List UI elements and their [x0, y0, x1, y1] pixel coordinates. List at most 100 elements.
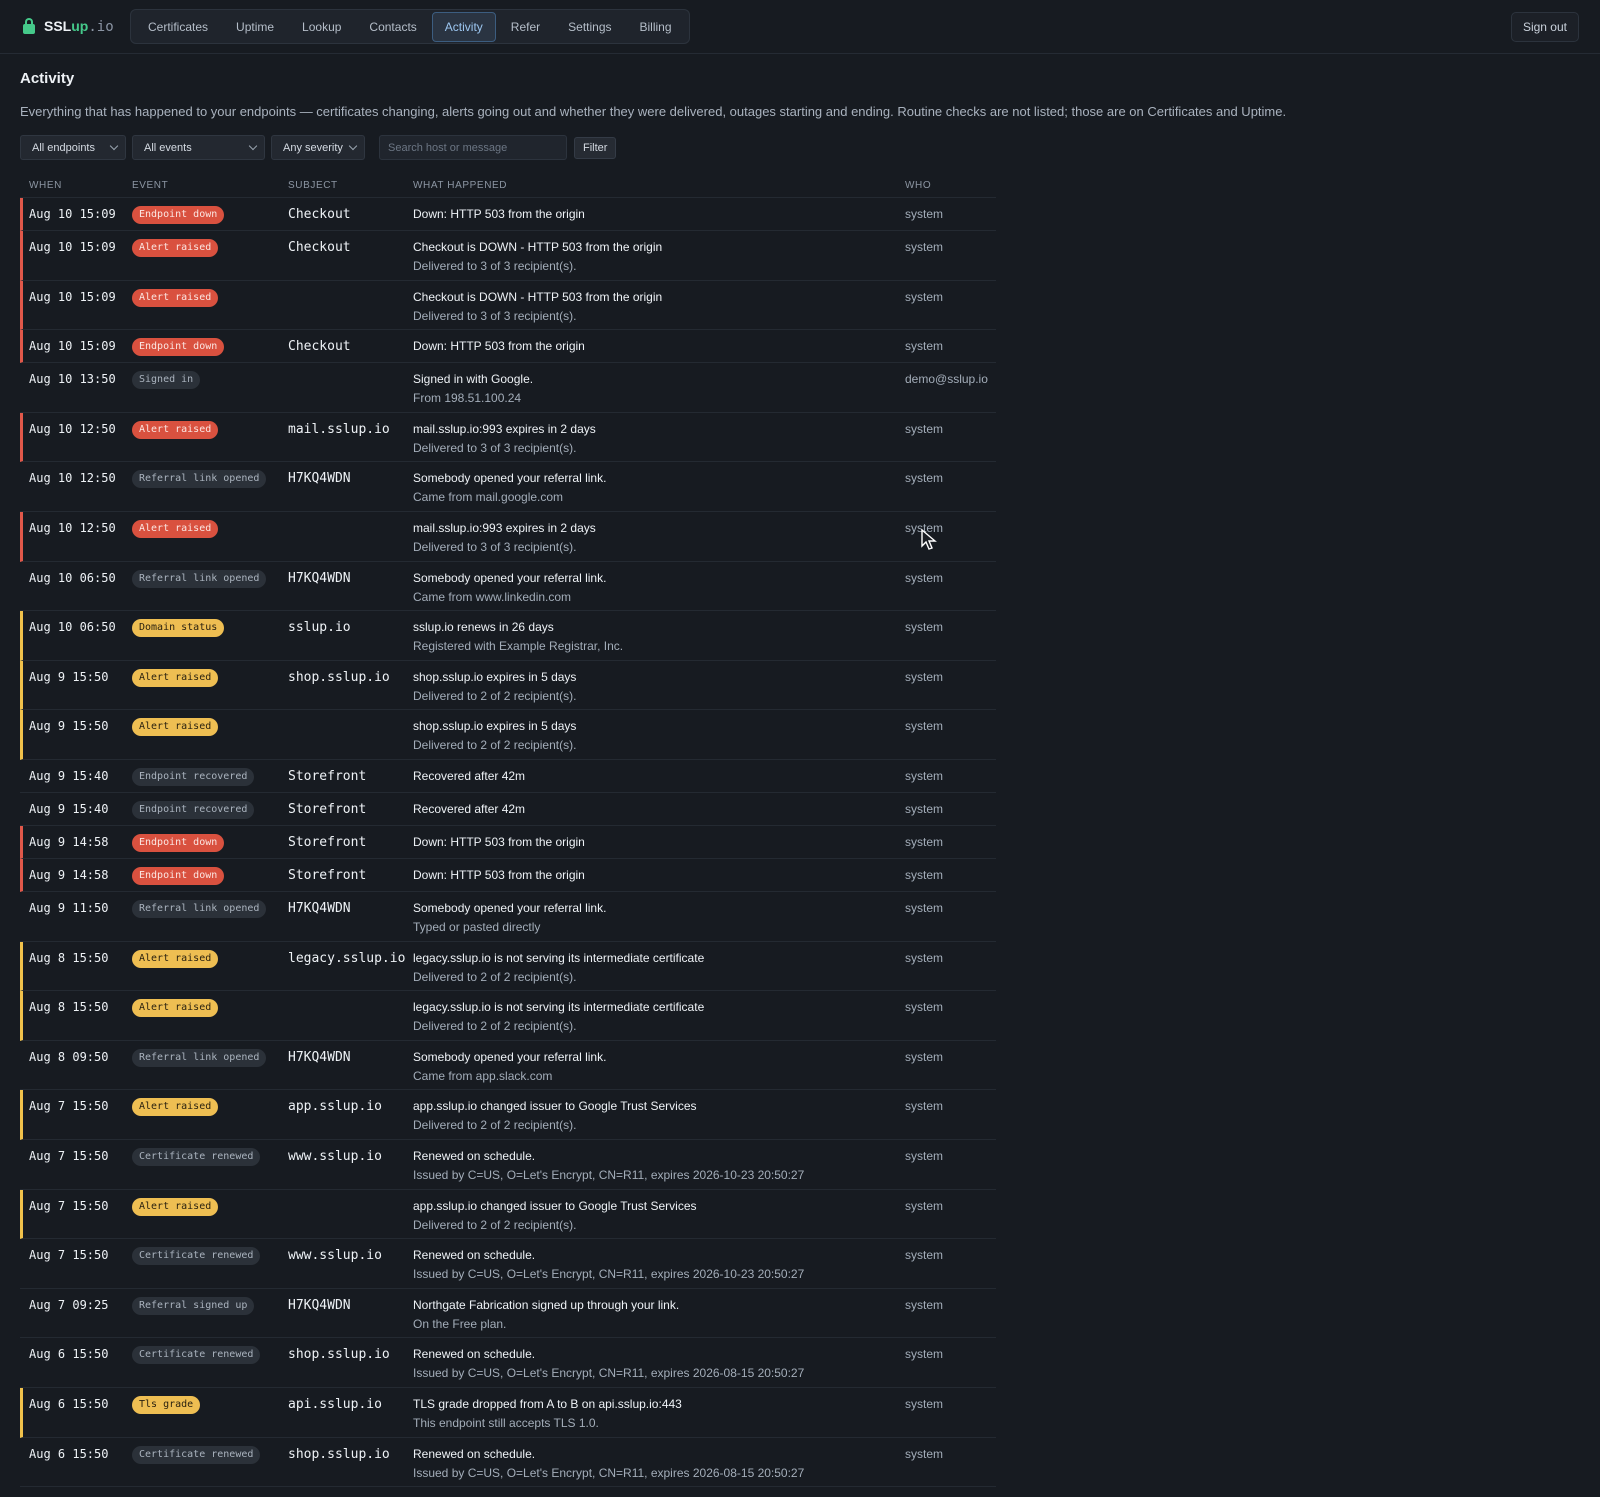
what-detail: Came from www.linkedin.com [413, 589, 572, 604]
what-summary: Renewed on schedule. [413, 1446, 536, 1461]
table-row[interactable]: Aug 10 12:50 Alert raised mail.sslup.io mai… [20, 412, 996, 463]
row-subject[interactable]: Checkout [288, 240, 351, 255]
row-subject[interactable]: H7KQ4WDN [288, 471, 351, 486]
table-row[interactable]: Aug 6 15:50 Tls grade api.sslup.io TLS grad… [20, 1388, 996, 1438]
row-what-happened: Checkout is DOWN - HTTP 503 from the ori… [413, 290, 662, 323]
table-row[interactable]: Aug 9 15:40 Endpoint recovered Storefront R… [20, 793, 996, 826]
row-subject[interactable]: Checkout [288, 339, 351, 354]
row-when: Aug 10 06:50 [29, 620, 116, 635]
table-row[interactable]: Aug 8 15:50 Alert raised legacy.sslup.io le… [20, 941, 996, 992]
table-row[interactable]: Aug 10 15:09 Alert raised Checkout Checkout… [20, 231, 996, 281]
row-who: system [905, 471, 944, 486]
tab-settings[interactable]: Settings [555, 12, 624, 42]
endpoints-select[interactable]: All endpoints [20, 135, 126, 160]
table-row[interactable]: Aug 10 06:50 Referral link opened H7KQ4WDN… [20, 562, 996, 612]
row-event: Alert raised [132, 238, 219, 257]
tab-billing[interactable]: Billing [627, 12, 685, 42]
what-summary: Recovered after 42m [413, 769, 526, 783]
table-row[interactable]: Aug 7 15:50 Alert raised app.sslup.io chan… [20, 1189, 996, 1240]
table-row[interactable]: Aug 9 14:58 Endpoint down Storefront Down: … [20, 859, 996, 892]
table-row[interactable]: Aug 10 12:50 Referral link opened H7KQ4WDN… [20, 462, 996, 512]
table-row[interactable]: Aug 10 15:09 Alert raised Checkout is DOWN… [20, 280, 996, 331]
row-subject[interactable]: mail.sslup.io [288, 422, 390, 437]
table-row[interactable]: Aug 6 15:50 Certificate renewed shop.sslup… [20, 1338, 996, 1388]
table-row[interactable]: Aug 8 15:50 Alert raised legacy.sslup.io i… [20, 991, 996, 1041]
row-subject[interactable]: shop.sslup.io [288, 1447, 390, 1462]
row-who: system [905, 719, 944, 734]
row-when: Aug 10 13:50 [29, 372, 116, 387]
table-row[interactable]: Aug 10 12:50 Alert raised mail.sslup.io:99… [20, 512, 996, 562]
row-who: system [905, 207, 944, 221]
table-row[interactable]: Aug 9 11:50 Referral link opened H7KQ4WDN S… [20, 892, 996, 942]
row-subject[interactable]: api.sslup.io [288, 1397, 382, 1412]
table-row[interactable]: Aug 9 15:50 Alert raised shop.sslup.io shop… [20, 660, 996, 711]
what-summary: Northgate Fabrication signed up through … [413, 1297, 680, 1312]
row-when: Aug 6 15:50 [29, 1397, 109, 1411]
row-when: Aug 9 15:40 [29, 802, 109, 816]
table-row[interactable]: Aug 7 09:25 Referral signed up H7KQ4WDN Nor… [20, 1289, 996, 1339]
what-detail: Came from app.slack.com [413, 1068, 553, 1083]
table-row[interactable]: Aug 6 15:50 Certificate renewed shop.sslup… [20, 1438, 996, 1488]
table-row[interactable]: Aug 7 15:50 Certificate renewed www.sslup.… [20, 1140, 996, 1190]
row-subject[interactable]: Storefront [288, 802, 366, 817]
table-row[interactable]: Aug 9 15:40 Endpoint recovered Storefront R… [20, 760, 996, 793]
brand-logo[interactable]: SSLup.io [22, 17, 114, 35]
row-subject[interactable]: shop.sslup.io [288, 1347, 390, 1362]
row-when: Aug 10 12:50 [29, 421, 116, 436]
row-subject[interactable]: legacy.sslup.io [288, 951, 405, 966]
row-subject[interactable]: www.sslup.io [288, 1248, 382, 1263]
events-select[interactable]: All events [132, 135, 265, 160]
table-row[interactable]: Aug 9 14:58 Endpoint down Storefront Down: … [20, 826, 996, 859]
table-row[interactable]: Aug 7 15:50 Certificate renewed www.sslup.… [20, 1239, 996, 1289]
row-what-happened: app.sslup.io changed issuer to Google Tr… [413, 1099, 697, 1132]
row-subject[interactable]: Checkout [288, 207, 351, 222]
row-subject[interactable]: sslup.io [288, 620, 351, 635]
row-who: system [905, 1000, 944, 1015]
row-subject[interactable]: Storefront [288, 769, 366, 784]
table-row[interactable]: Aug 9 15:50 Alert raised shop.sslup.io exp… [20, 710, 996, 760]
row-event: Endpoint down [132, 833, 225, 852]
table-row[interactable]: Aug 10 15:09 Endpoint down Checkout Down: H… [20, 198, 996, 231]
table-row[interactable]: Aug 10 15:09 Endpoint down Checkout Down: H… [20, 330, 996, 364]
row-event: Domain status [132, 618, 225, 638]
filter-button[interactable]: Filter [574, 137, 617, 159]
table-row[interactable]: Aug 7 15:50 Alert raised app.sslup.io app.s… [20, 1090, 996, 1140]
row-when: Aug 9 14:58 [29, 868, 109, 882]
tab-activity[interactable]: Activity [431, 11, 496, 42]
severity-select[interactable]: Any severity [271, 135, 365, 160]
table-row[interactable]: Aug 10 13:50 Signed in Signed in with Goog… [20, 363, 996, 413]
row-subject[interactable]: app.sslup.io [288, 1099, 382, 1114]
row-what-happened: Down: HTTP 503 from the origin [413, 339, 585, 353]
main-nav: Certificates Uptime Lookup Contacts Activity… [130, 9, 690, 44]
table-row[interactable]: Aug 10 06:50 Domain status sslup.io sslup.i… [20, 611, 996, 661]
event-badge: Alert raised [132, 1197, 219, 1216]
row-subject[interactable]: Storefront [288, 868, 366, 883]
row-subject[interactable]: H7KQ4WDN [288, 901, 351, 916]
what-detail: On the Free plan. [413, 1316, 507, 1331]
row-when: Aug 7 15:50 [29, 1099, 109, 1114]
col-when: WHEN [29, 180, 62, 191]
row-subject[interactable]: shop.sslup.io [288, 670, 390, 685]
row-subject[interactable]: H7KQ4WDN [288, 1298, 351, 1313]
row-event: Certificate renewed [132, 1445, 261, 1464]
row-subject[interactable]: www.sslup.io [288, 1149, 382, 1164]
row-what-happened: Renewed on schedule. Issued by C=US, O=Le… [413, 1347, 804, 1380]
sign-out-button[interactable]: Sign out [1510, 12, 1579, 42]
tab-contacts[interactable]: Contacts [356, 12, 429, 42]
row-what-happened: Renewed on schedule. Issued by C=US, O=Le… [413, 1447, 804, 1480]
search-input[interactable] [379, 135, 567, 160]
row-subject[interactable]: H7KQ4WDN [288, 571, 351, 586]
tab-lookup[interactable]: Lookup [289, 12, 354, 42]
tab-uptime[interactable]: Uptime [223, 12, 287, 42]
tab-refer[interactable]: Refer [498, 12, 553, 42]
what-summary: Renewed on schedule. [413, 1248, 536, 1263]
row-subject[interactable]: Storefront [288, 835, 366, 850]
event-badge: Alert raised [132, 949, 219, 968]
event-badge: Endpoint down [132, 867, 225, 885]
row-subject[interactable]: H7KQ4WDN [288, 1050, 351, 1065]
row-who: system [905, 1397, 944, 1411]
event-badge: Signed in [132, 371, 201, 390]
tab-certificates[interactable]: Certificates [135, 12, 221, 42]
table-row[interactable]: Aug 8 09:50 Referral link opened H7KQ4WDN S… [20, 1041, 996, 1091]
col-event: EVENT [132, 180, 169, 191]
